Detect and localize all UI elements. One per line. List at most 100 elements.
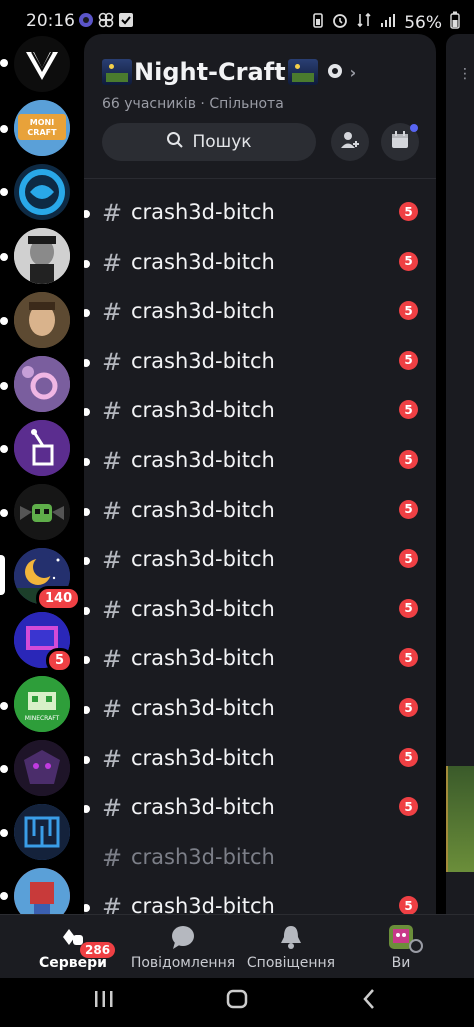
mention-badge: 5 <box>399 499 418 519</box>
bottom-navigation: Сервери 286 Повідомлення Сповіщення Ви <box>0 914 474 979</box>
text-channel-icon: # <box>102 199 123 227</box>
channel-name: crash3d-bitch <box>131 348 275 373</box>
text-channel-icon: # <box>102 893 123 914</box>
community-label: Спільнота <box>209 96 284 112</box>
selected-server-indicator <box>0 555 5 595</box>
channel-row[interactable]: # crash3d-bitch 5 <box>84 492 436 532</box>
data-transfer-icon <box>356 12 372 33</box>
server-icon-dark-dragon[interactable] <box>14 740 70 796</box>
channel-name: crash3d-bitch <box>131 249 275 274</box>
server-icon-green-minecraft[interactable]: MINECRAFT <box>14 676 70 732</box>
channel-name: crash3d-bitch <box>131 497 275 522</box>
server-icon-moni-craft[interactable]: MONI CRAFT <box>14 100 70 156</box>
subtitle-separator: · <box>200 96 205 112</box>
channel-row[interactable]: # crash3d-bitch 5 <box>84 591 436 631</box>
channel-row[interactable]: # crash3d-bitch 5 <box>84 541 436 581</box>
channel-row[interactable]: # crash3d-bitch 5 <box>84 442 436 482</box>
server-icon-boy-portrait[interactable] <box>14 292 70 348</box>
server-icon-text: MINECRAFT <box>25 715 60 722</box>
back-button[interactable] <box>362 988 376 1014</box>
channel-row[interactable]: # crash3d-bitch 5 <box>84 690 436 730</box>
chat-preview-edge[interactable]: ⋮ <box>446 34 474 914</box>
messages-icon <box>169 923 197 951</box>
unread-dot <box>84 656 90 665</box>
preview-image <box>446 766 474 872</box>
server-title[interactable]: Night-Craft › <box>102 58 356 86</box>
battery-saver-icon <box>312 12 324 33</box>
channel-name: crash3d-bitch <box>131 299 275 324</box>
battery-percent: 56% <box>404 12 442 33</box>
unread-dot <box>84 458 90 466</box>
text-channel-icon: # <box>102 744 123 773</box>
signal-icon <box>380 12 396 33</box>
unread-dot <box>0 765 8 773</box>
home-button[interactable] <box>226 989 248 1013</box>
battery-icon <box>450 11 460 34</box>
events-indicator-dot <box>410 124 418 132</box>
system-navigation-bar <box>0 978 474 1027</box>
nav-messages[interactable]: Повідомлення <box>128 923 238 971</box>
bell-icon <box>277 923 305 951</box>
channel-row[interactable]: # crash3d-bitch 5 <box>84 194 436 234</box>
svg-text:MONI: MONI <box>30 118 54 127</box>
invite-member-button[interactable] <box>331 123 369 161</box>
mention-badge: 5 <box>399 450 418 469</box>
night-flag-icon <box>287 59 318 85</box>
unread-dot <box>84 259 90 268</box>
server-icon-purple-sign[interactable] <box>14 420 70 476</box>
more-options-icon: ⋮ <box>458 66 472 82</box>
recent-apps-button[interactable] <box>94 990 114 1012</box>
server-icon-blue-maze[interactable] <box>14 804 70 860</box>
search-button[interactable]: Пошук <box>102 123 316 161</box>
unread-dot <box>84 507 90 516</box>
text-channel-icon: # <box>102 298 123 327</box>
channel-row[interactable]: # crash3d-bitch 5 <box>84 392 436 432</box>
nav-notifications-label: Сповіщення <box>246 955 336 971</box>
channel-name: crash3d-bitch <box>131 745 275 770</box>
alarm-icon <box>332 12 348 33</box>
nav-you[interactable]: Ви <box>346 923 456 971</box>
member-count: 66 учасників <box>102 96 196 112</box>
channel-row[interactable]: # crash3d-bitch 5 <box>84 888 436 914</box>
server-icon-pink-ring[interactable] <box>14 356 70 412</box>
unread-dot <box>84 358 90 367</box>
channel-row[interactable]: # crash3d-bitch 5 <box>84 789 436 829</box>
add-user-icon <box>339 129 361 155</box>
header-divider <box>84 178 436 179</box>
unread-dot <box>84 706 90 714</box>
channel-name: crash3d-bitch <box>131 448 275 472</box>
server-mention-badge: 5 <box>46 648 74 673</box>
status-indicator-icon <box>409 939 423 953</box>
server-list[interactable]: MONI CRAFT 140 5 MINECRAFT <box>0 34 82 914</box>
text-channel-icon: # <box>102 397 123 426</box>
checkbox-notification-icon <box>118 12 134 28</box>
mention-badge: 5 <box>399 350 418 370</box>
channel-row[interactable]: # crash3d-bitch 5 <box>84 343 436 383</box>
app-notification-icon <box>78 12 94 28</box>
server-icon-man-portrait[interactable] <box>14 228 70 284</box>
server-icon-skull[interactable] <box>14 484 70 540</box>
channel-name: crash3d-bitch <box>131 596 275 621</box>
mention-badge: 5 <box>399 896 418 914</box>
nav-notifications[interactable]: Сповіщення <box>236 923 346 971</box>
channel-name: crash3d-bitch <box>131 894 275 914</box>
events-button[interactable] <box>381 123 419 161</box>
channel-row[interactable]: # crash3d-bitch 5 <box>84 244 436 284</box>
server-icon-swirl[interactable] <box>14 164 70 220</box>
server-icon-red-character[interactable] <box>14 868 70 914</box>
unread-dot <box>84 309 90 318</box>
channel-row[interactable]: # crash3d-bitch 5 <box>84 293 436 333</box>
unread-dot <box>84 557 90 566</box>
unread-dot <box>0 253 8 261</box>
channel-row[interactable]: # crash3d-bitch 5 <box>84 640 436 680</box>
text-channel-icon: # <box>102 447 123 475</box>
text-channel-icon: # <box>102 794 123 823</box>
unread-dot <box>0 188 8 196</box>
pinwheel-icon <box>98 12 114 28</box>
avatar <box>387 923 423 953</box>
nav-servers[interactable]: Сервери 286 <box>18 923 128 971</box>
server-icon-vector[interactable] <box>14 36 70 92</box>
channel-row[interactable]: # crash3d-bitch <box>84 839 436 879</box>
server-mention-badge: 140 <box>36 586 82 611</box>
channel-row[interactable]: # crash3d-bitch 5 <box>84 740 436 780</box>
